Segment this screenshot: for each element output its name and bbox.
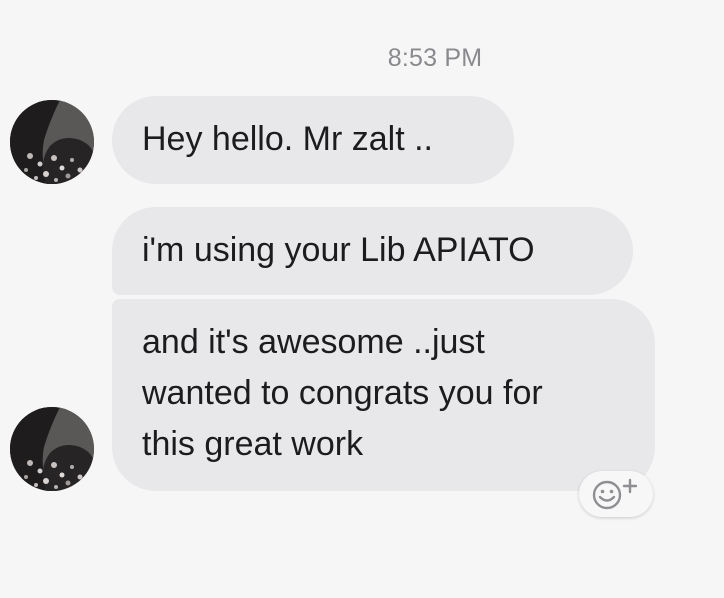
smiley-plus-icon xyxy=(592,478,638,510)
profile-photo-icon xyxy=(10,407,94,491)
message-bubble[interactable]: i'm using your Lib APIATO xyxy=(112,207,633,295)
profile-photo-icon xyxy=(10,100,94,184)
sender-avatar[interactable] xyxy=(10,407,94,491)
message-bubble[interactable]: and it's awesome ..just wanted to congra… xyxy=(112,299,655,491)
message-timestamp: 8:53 PM xyxy=(387,44,483,72)
sender-avatar[interactable] xyxy=(10,100,94,184)
message-bubble[interactable]: Hey hello. Mr zalt .. xyxy=(112,96,514,184)
add-reaction-button[interactable] xyxy=(579,471,653,517)
